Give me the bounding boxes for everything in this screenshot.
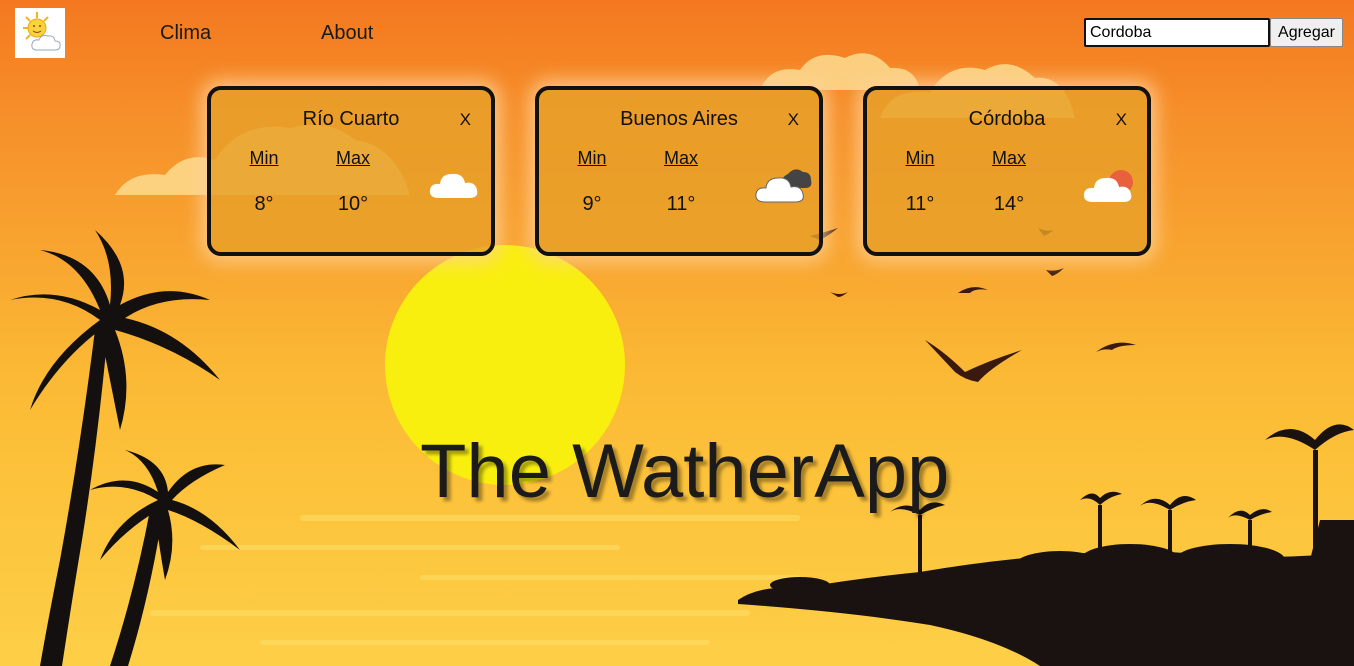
max-temperature: 14°	[993, 193, 1025, 215]
weather-card-rio-cuarto: Río Cuarto X Min Max 8° 10°	[207, 86, 495, 256]
max-label: Max	[335, 148, 370, 168]
weather-card-cordoba: Córdoba X Min Max 11° 14°	[863, 86, 1151, 256]
close-card-button[interactable]: X	[1116, 110, 1127, 130]
cloud-icon	[429, 173, 478, 198]
close-card-button[interactable]: X	[788, 110, 799, 130]
max-label: Max	[663, 148, 698, 168]
island-silhouette	[738, 520, 1354, 666]
min-label: Min	[249, 148, 279, 168]
sun-cloud-icon	[23, 12, 61, 51]
water-reflections	[150, 515, 800, 645]
min-temperature: 8°	[254, 193, 274, 215]
nav-link-clima[interactable]: Clima	[160, 22, 211, 45]
city-search-input[interactable]	[1084, 18, 1270, 47]
nav-link-about[interactable]: About	[321, 22, 373, 45]
sun-cloud-icon	[1083, 170, 1133, 202]
max-label: Max	[991, 148, 1026, 168]
max-temperature: 11°	[666, 193, 696, 215]
app-title: The WatherApp	[420, 429, 950, 514]
left-palms	[10, 230, 240, 666]
dark-clouds-icon	[755, 169, 812, 203]
min-label: Min	[905, 148, 935, 168]
close-card-button[interactable]: X	[460, 110, 471, 130]
card-city-name: Río Cuarto	[302, 108, 400, 130]
weather-card-buenos-aires: Buenos Aires X Min Max 9° 11°	[535, 86, 823, 256]
min-temperature: 9°	[582, 193, 602, 215]
card-city-name: Buenos Aires	[620, 108, 738, 130]
max-temperature: 10°	[337, 193, 369, 215]
min-label: Min	[577, 148, 607, 168]
add-city-button[interactable]: Agregar	[1270, 18, 1343, 47]
app-logo[interactable]	[15, 8, 65, 58]
min-temperature: 11°	[905, 193, 935, 215]
card-city-name: Córdoba	[968, 108, 1046, 130]
